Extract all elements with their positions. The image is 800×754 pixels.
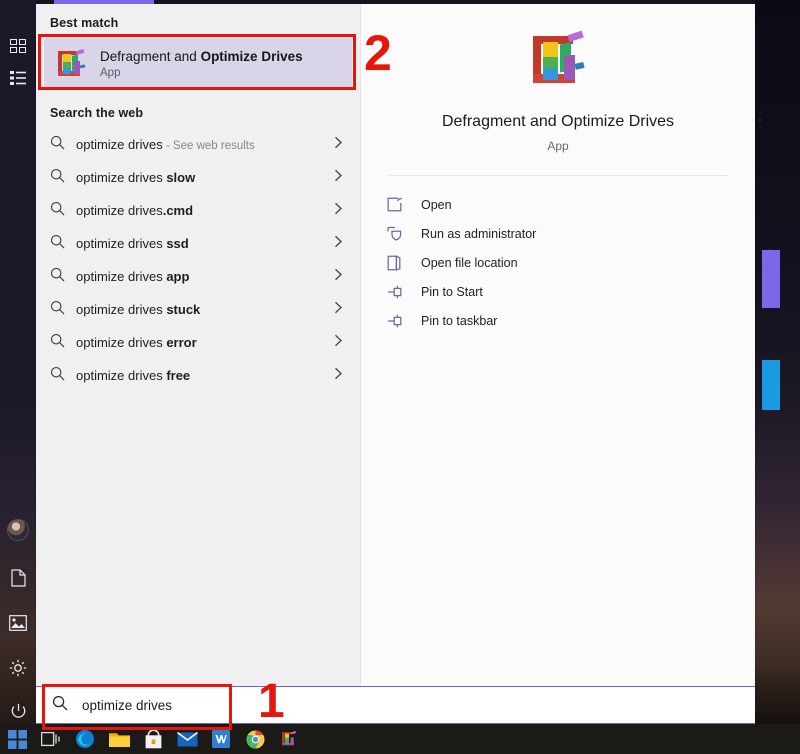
web-result-item[interactable]: optimize drives.cmd: [36, 194, 360, 227]
search-icon: [50, 168, 76, 188]
search-icon: [50, 234, 76, 254]
chrome-button[interactable]: [238, 724, 272, 754]
annotation-marker-1: 1: [258, 675, 285, 728]
mail-button[interactable]: [170, 724, 204, 754]
documents-icon[interactable]: [0, 560, 36, 596]
web-result-item[interactable]: optimize drives - See web results: [36, 128, 360, 161]
pictures-icon[interactable]: [0, 605, 36, 641]
annotation-marker-2: 2: [364, 25, 392, 81]
search-icon: [50, 366, 76, 386]
app-action-item[interactable]: Open file location: [387, 248, 755, 277]
web-result-item[interactable]: optimize drives error: [36, 326, 360, 359]
web-result-label: optimize drives error: [76, 335, 197, 350]
search-icon: [50, 300, 76, 320]
web-result-label: optimize drives slow: [76, 170, 196, 185]
app-action-label: Open: [421, 197, 452, 212]
settings-icon[interactable]: [0, 650, 36, 686]
search-web-header: Search the web: [50, 106, 144, 120]
web-result-item[interactable]: optimize drives app: [36, 260, 360, 293]
search-icon: [50, 135, 76, 155]
best-match-header: Best match: [50, 16, 119, 30]
defrag-app-icon-large: [533, 30, 585, 83]
web-result-item[interactable]: optimize drives ssd: [36, 227, 360, 260]
edge-button[interactable]: [68, 724, 102, 754]
start-menu-rail: [0, 0, 36, 724]
search-flyout: Best match Defragment and Optimize Drive…: [36, 0, 755, 686]
search-icon: [50, 201, 76, 221]
app-preview-pane: Defragment and Optimize Drives App Open R…: [360, 4, 755, 686]
wps-office-button[interactable]: [204, 724, 238, 754]
app-action-label: Pin to Start: [421, 284, 483, 299]
app-action-label: Open file location: [421, 255, 518, 270]
start-button[interactable]: [0, 724, 34, 754]
all-apps-icon[interactable]: [0, 60, 36, 96]
chevron-right-icon: [334, 301, 350, 319]
expand-menu-icon[interactable]: [0, 28, 36, 64]
search-box[interactable]: optimize drives: [36, 686, 755, 724]
web-result-item[interactable]: optimize drives slow: [36, 161, 360, 194]
microsoft-store-button[interactable]: [136, 724, 170, 754]
preview-app-title: Defragment and Optimize Drives: [441, 113, 675, 130]
chevron-right-icon: [334, 136, 350, 154]
file-explorer-button[interactable]: [102, 724, 136, 754]
user-avatar[interactable]: [0, 512, 36, 548]
search-icon: [52, 695, 68, 716]
web-result-item[interactable]: optimize drives free: [36, 359, 360, 392]
web-result-item[interactable]: optimize drives stuck: [36, 293, 360, 326]
chevron-right-icon: [334, 268, 350, 286]
app-action-item[interactable]: Open: [387, 190, 755, 219]
shield-icon: [387, 226, 421, 241]
wallpaper-accent-purple: [762, 250, 780, 308]
web-result-label: optimize drives - See web results: [76, 137, 255, 152]
best-match-title: Defragment and Optimize Drives: [100, 48, 303, 64]
web-result-label: optimize drives.cmd: [76, 203, 194, 218]
search-icon: [50, 267, 76, 287]
web-result-label: optimize drives stuck: [76, 302, 201, 317]
best-match-subtitle: App: [100, 67, 121, 80]
open-icon: [387, 197, 421, 212]
defrag-taskbar-button[interactable]: [272, 724, 306, 754]
wallpaper-accent-blue: [762, 360, 780, 410]
preview-app-subtitle: App: [547, 139, 569, 153]
chevron-right-icon: [334, 367, 350, 385]
pin-icon: [387, 314, 421, 328]
defrag-app-icon: [58, 48, 86, 76]
best-match-result[interactable]: Defragment and Optimize Drives App: [44, 38, 352, 90]
pin-icon: [387, 285, 421, 299]
folder-open-icon: [387, 254, 421, 271]
search-results-pane: Best match Defragment and Optimize Drive…: [36, 4, 360, 686]
screen: Best match Defragment and Optimize Drive…: [0, 0, 800, 754]
app-actions-list: Open Run as administrator Open file locati…: [361, 176, 755, 335]
web-result-label: optimize drives ssd: [76, 236, 189, 251]
chevron-right-icon: [334, 235, 350, 253]
app-action-item[interactable]: Pin to taskbar: [387, 306, 755, 335]
app-action-label: Pin to taskbar: [421, 313, 498, 328]
app-action-label: Run as administrator: [421, 226, 537, 241]
search-icon: [50, 333, 76, 353]
web-result-label: optimize drives free: [76, 368, 191, 383]
chevron-right-icon: [334, 169, 350, 187]
web-results-list: optimize drives - See web results optimiz…: [36, 128, 360, 392]
app-action-item[interactable]: Run as administrator: [387, 219, 755, 248]
search-input[interactable]: optimize drives: [82, 698, 172, 713]
taskbar: [0, 724, 800, 754]
chevron-right-icon: [334, 202, 350, 220]
chevron-right-icon: [334, 334, 350, 352]
task-view-button[interactable]: [34, 724, 68, 754]
web-result-label: optimize drives app: [76, 269, 190, 284]
app-action-item[interactable]: Pin to Start: [387, 277, 755, 306]
